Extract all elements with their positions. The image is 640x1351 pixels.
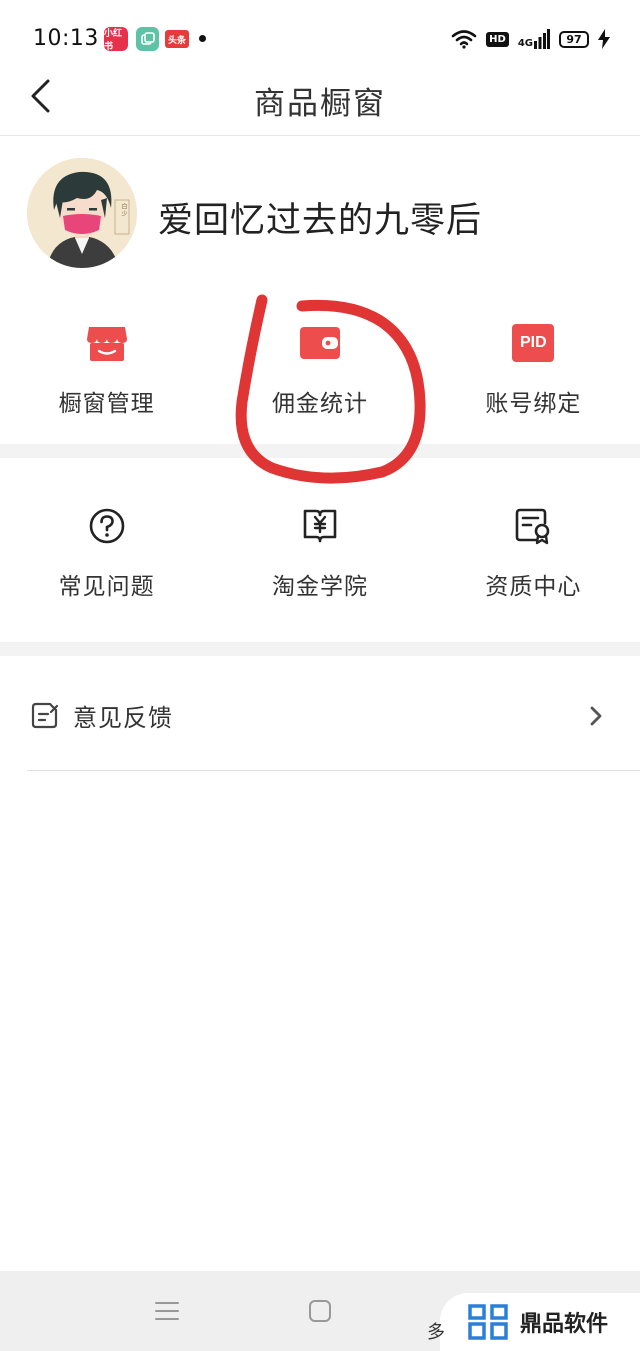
wifi-icon bbox=[451, 30, 477, 49]
charging-bolt-icon bbox=[598, 29, 610, 49]
status-time: 10:13 bbox=[33, 26, 99, 51]
wallet-icon bbox=[297, 320, 343, 366]
grid-item-faq[interactable]: 常见问题 bbox=[0, 503, 213, 601]
system-navigation-bar: 鼎品软件 bbox=[0, 1271, 640, 1351]
watermark-fragment: 多 bbox=[427, 1322, 445, 1343]
grid-item-showcase-management[interactable]: 橱窗管理 bbox=[0, 320, 213, 418]
feature-grid-primary: 橱窗管理 佣金统计 PID 账号绑定 bbox=[0, 320, 640, 418]
grid-label: 常见问题 bbox=[58, 574, 155, 600]
feedback-icon bbox=[31, 702, 59, 729]
notification-dot-icon bbox=[199, 35, 206, 42]
grid-label: 淘金学院 bbox=[271, 574, 368, 600]
watermark-text: 鼎品软件 bbox=[520, 1312, 609, 1337]
home-square-icon bbox=[309, 1300, 331, 1322]
grid-item-academy[interactable]: 淘金学院 bbox=[213, 503, 426, 601]
watermark-badge: 鼎品软件 bbox=[440, 1293, 640, 1351]
profile-header: 白 少 爱回忆过去的九零后 bbox=[0, 150, 640, 280]
grid-item-commission-stats[interactable]: 佣金统计 bbox=[213, 320, 426, 418]
section-divider bbox=[0, 444, 640, 458]
section-divider bbox=[0, 642, 640, 656]
grid-label: 账号绑定 bbox=[485, 391, 582, 417]
store-icon bbox=[84, 320, 130, 366]
signal-icon: 4G bbox=[518, 29, 550, 49]
certificate-icon bbox=[510, 503, 556, 549]
row-divider bbox=[27, 770, 640, 771]
menu-button[interactable] bbox=[152, 1296, 182, 1326]
pid-icon-text: PID bbox=[519, 334, 547, 351]
grid-label: 资质中心 bbox=[485, 574, 582, 600]
username: 爱回忆过去的九零后 bbox=[158, 201, 483, 241]
xiaohongshu-badge-icon: 小红书 bbox=[104, 27, 128, 52]
grid-label: 橱窗管理 bbox=[58, 391, 155, 417]
home-button[interactable] bbox=[305, 1296, 335, 1326]
avatar-caption: 白 少 bbox=[120, 203, 127, 217]
grid-item-qualification-center[interactable]: 资质中心 bbox=[427, 503, 640, 601]
watermark-logo-icon bbox=[468, 1304, 508, 1340]
pid-icon: PID bbox=[510, 320, 556, 366]
question-circle-icon bbox=[84, 503, 130, 549]
battery-icon: 97 bbox=[559, 30, 589, 48]
grid-label: 佣金统计 bbox=[271, 391, 368, 417]
navigation-bar: 商品橱窗 bbox=[0, 66, 640, 136]
network-type: 4G bbox=[517, 38, 533, 49]
feature-grid-secondary: 常见问题 淘金学院 资质中心 bbox=[0, 503, 640, 601]
app-badge-icon bbox=[136, 27, 159, 51]
hd-badge: HD bbox=[486, 31, 509, 47]
toutiao-badge-icon: 头条 bbox=[165, 30, 189, 48]
avatar[interactable]: 白 少 bbox=[27, 158, 137, 268]
feedback-label: 意见反馈 bbox=[73, 704, 173, 732]
yuan-book-icon bbox=[297, 503, 343, 549]
grid-item-account-binding[interactable]: PID 账号绑定 bbox=[427, 320, 640, 418]
menu-icon bbox=[155, 1302, 179, 1320]
chevron-right-icon bbox=[590, 706, 602, 726]
feedback-row[interactable]: 意见反馈 bbox=[0, 672, 640, 772]
status-indicators: HD 4G 97 bbox=[451, 26, 610, 52]
page-title: 商品橱窗 bbox=[254, 86, 386, 122]
